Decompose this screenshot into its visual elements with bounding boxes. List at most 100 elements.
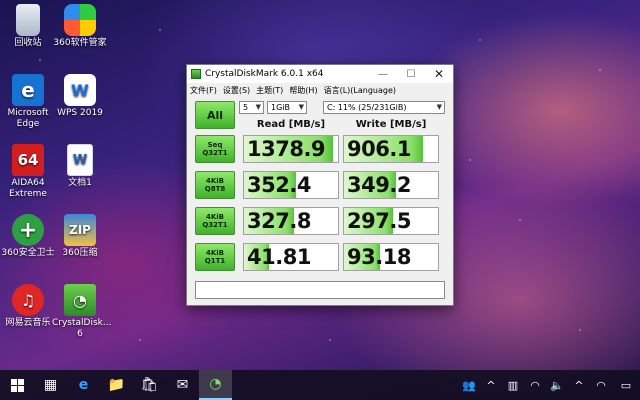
read-result-4kib-q32t1: 327.8 (243, 207, 339, 235)
desktop-icon-wps[interactable]: W WPS 2019 (52, 74, 108, 119)
window-title: CrystalDiskMark 6.0.1 x64 (205, 69, 324, 79)
desktop-icon-crystaldisk[interactable]: ◔ CrystalDisk... 6 (52, 284, 112, 340)
read-column-header: Read [MB/s] (256, 119, 326, 130)
system-tray: 👥 ^ ▥ ◠ 🔈 ^ ◠ ▭ (458, 370, 640, 400)
test-button-line1: 4KiB (205, 249, 225, 257)
chevron-down-icon: ▼ (298, 103, 304, 111)
tray-overflow-icon: ^ (574, 378, 584, 392)
write-column-header: Write [MB/s] (355, 119, 427, 130)
comment-input[interactable] (195, 281, 445, 299)
wifi-icon: ◠ (530, 378, 540, 392)
crystaldiskmark-taskbar-icon: ◔ (209, 376, 222, 392)
taskbar-crystaldiskmark[interactable]: ◔ (199, 370, 232, 400)
test-size-value: 1GiB (271, 103, 290, 112)
write-result-4kib-q32t1: 297.5 (343, 207, 439, 235)
read-result-4kib-q8t8: 352.4 (243, 171, 339, 199)
test-button-4kib-q8t8[interactable]: 4KiB Q8T8 (195, 171, 235, 199)
tray-network[interactable]: ◠ (590, 379, 612, 392)
desktop-icon-label: CrystalDisk... 6 (52, 318, 112, 339)
maximize-button[interactable]: ☐ (397, 65, 425, 83)
desktop-icon-recycle-bin[interactable]: 回收站 (0, 4, 56, 49)
read-value: 1378.9 (247, 137, 326, 161)
desktop-icon-360-safe[interactable]: + 360安全卫士 (0, 214, 56, 259)
chevron-down-icon: ▼ (436, 103, 442, 111)
read-value: 352.4 (247, 173, 311, 197)
desktop-icon-label: 文档1 (68, 178, 92, 188)
tray-overflow[interactable]: ^ (568, 379, 590, 392)
write-result-seq-q32t1: 906.1 (343, 135, 439, 163)
test-button-line2: Q8T8 (204, 185, 226, 193)
test-button-seq-q32t1[interactable]: Seq Q32T1 (195, 135, 235, 163)
all-button[interactable]: All (195, 101, 235, 129)
write-value: 297.5 (347, 209, 411, 233)
tray-people[interactable]: 👥 (458, 379, 480, 392)
input-method-icon: ▥ (507, 378, 519, 392)
360-software-manager-icon (64, 4, 96, 36)
desktop-icon-word-document[interactable]: W 文档1 (52, 144, 108, 189)
close-button[interactable]: ✕ (425, 65, 453, 83)
task-view-icon: ▦ (43, 377, 58, 393)
taskbar-store[interactable]: 🛍 (133, 370, 166, 400)
start-button[interactable] (0, 370, 34, 400)
desktop-icon-360-zip[interactable]: ZIP 360压缩 (52, 214, 108, 259)
desktop-icon-label: 网易云音乐 (5, 318, 51, 328)
tray-wifi[interactable]: ◠ (524, 379, 546, 392)
taskbar-mail[interactable]: ✉ (166, 370, 199, 400)
test-count-select[interactable]: 5 ▼ (239, 101, 264, 114)
volume-icon: 🔈 (550, 378, 564, 392)
taskbar: ▦ e 📁 🛍 ✉ ◔ 👥 ^ ▥ ◠ 🔈 ^ ◠ ▭ (0, 370, 640, 400)
tray-notifications[interactable]: ▭ (612, 379, 640, 392)
edge-taskbar-icon: e (78, 377, 89, 393)
test-button-line1: Seq (207, 141, 223, 149)
desktop-icon-360-software-manager[interactable]: 360软件管家 (52, 4, 108, 49)
test-size-select[interactable]: 1GiB ▼ (267, 101, 307, 114)
chevron-down-icon: ▼ (255, 103, 261, 111)
desktop-icon-label: 360软件管家 (53, 38, 107, 48)
write-result-4kib-q1t1: 93.18 (343, 243, 439, 271)
menu-language[interactable]: 语言(L)(Language) (324, 85, 396, 96)
write-value: 906.1 (347, 137, 411, 161)
test-button-line1: 4KiB (205, 213, 225, 221)
taskbar-file-explorer[interactable]: 📁 (100, 370, 133, 400)
edge-icon: e (12, 74, 44, 106)
drive-value: C: 11% (25/231GiB) (327, 103, 407, 112)
read-result-4kib-q1t1: 41.81 (243, 243, 339, 271)
tray-input-method[interactable]: ▥ (502, 379, 524, 392)
read-result-seq-q32t1: 1378.9 (243, 135, 339, 163)
file-explorer-icon: 📁 (107, 377, 126, 393)
desktop-icon-netease-music[interactable]: ♫ 网易云音乐 (0, 284, 56, 329)
aida64-icon: 64 (12, 144, 44, 176)
desktop-icon-label: WPS 2019 (57, 108, 103, 118)
desktop-icon-label: AIDA64 Extreme (9, 178, 47, 199)
drive-select[interactable]: C: 11% (25/231GiB) ▼ (323, 101, 445, 114)
crystaldiskmark-app-icon (191, 69, 201, 79)
desktop-icon-label: Microsoft Edge (7, 108, 49, 129)
notifications-icon: ▭ (620, 378, 632, 392)
test-button-line2: Q1T1 (204, 257, 226, 265)
test-button-line1: 4KiB (205, 177, 225, 185)
menu-bar: 文件(F) 设置(S) 主题(T) 帮助(H) 语言(L)(Language) (187, 83, 453, 97)
menu-theme[interactable]: 主题(T) (256, 85, 283, 96)
menu-settings[interactable]: 设置(S) (223, 85, 250, 96)
test-button-4kib-q32t1[interactable]: 4KiB Q32T1 (195, 207, 235, 235)
tray-volume[interactable]: 🔈 (546, 379, 568, 392)
network-icon: ◠ (596, 378, 606, 392)
menu-file[interactable]: 文件(F) (190, 85, 217, 96)
show-hidden-icons-icon: ^ (486, 378, 496, 392)
360-zip-icon: ZIP (64, 214, 96, 246)
taskbar-task-view[interactable]: ▦ (34, 370, 67, 400)
minimize-button[interactable]: — (369, 65, 397, 83)
netease-music-icon: ♫ (12, 284, 44, 316)
desktop-icon-edge[interactable]: e Microsoft Edge (0, 74, 56, 130)
write-result-4kib-q8t8: 349.2 (343, 171, 439, 199)
read-value: 327.8 (247, 209, 311, 233)
window-titlebar[interactable]: CrystalDiskMark 6.0.1 x64 — ☐ ✕ (187, 65, 453, 83)
test-button-4kib-q1t1[interactable]: 4KiB Q1T1 (195, 243, 235, 271)
desktop-icon-label: 360压缩 (62, 248, 98, 258)
taskbar-edge[interactable]: e (67, 370, 100, 400)
tray-show-hidden[interactable]: ^ (480, 379, 502, 392)
menu-help[interactable]: 帮助(H) (289, 85, 317, 96)
desktop-icon-aida64[interactable]: 64 AIDA64 Extreme (0, 144, 56, 200)
store-icon: 🛍 (140, 377, 159, 393)
wps-icon: W (64, 74, 96, 106)
